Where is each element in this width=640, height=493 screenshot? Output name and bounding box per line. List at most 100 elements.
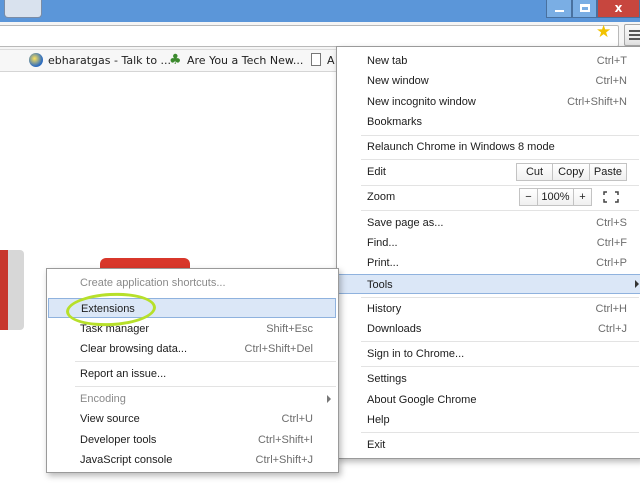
menu-separator xyxy=(361,135,639,136)
menu-item-shortcut: Ctrl+Shift+Del xyxy=(244,343,313,355)
zoom-in-button[interactable]: + xyxy=(573,188,592,206)
chrome-menu-button[interactable] xyxy=(624,24,640,46)
menu-separator xyxy=(361,159,639,160)
menu-item-label: About Google Chrome xyxy=(367,394,477,406)
browser-tab[interactable] xyxy=(4,0,42,18)
menu-item-new-window[interactable]: New window Ctrl+N xyxy=(338,71,640,91)
close-window-button[interactable]: x xyxy=(597,0,640,18)
menu-item-save-page[interactable]: Save page as... Ctrl+S xyxy=(338,213,640,233)
menu-item-new-tab[interactable]: New tab Ctrl+T xyxy=(338,51,640,71)
menu-item-history[interactable]: History Ctrl+H xyxy=(338,299,640,319)
menu-item-label: Create application shortcuts... xyxy=(80,277,226,289)
menu-item-label: Developer tools xyxy=(80,434,157,446)
minimize-button[interactable] xyxy=(546,0,572,18)
fullscreen-icon[interactable] xyxy=(603,191,619,203)
bookmark-third[interactable]: A xyxy=(327,52,335,70)
menu-item-sign-in[interactable]: Sign in to Chrome... xyxy=(338,344,640,364)
menu-item-settings[interactable]: Settings xyxy=(338,369,640,389)
menu-separator xyxy=(361,185,639,186)
gmail-app-tile[interactable] xyxy=(0,250,24,330)
menu-item-label: New tab xyxy=(367,55,408,67)
menu-item-shortcut: Ctrl+U xyxy=(281,413,313,425)
window-title-bar: x xyxy=(0,0,640,22)
menu-item-label: Zoom xyxy=(367,191,396,203)
menu-item-label: New incognito window xyxy=(367,96,476,108)
menu-item-label: New window xyxy=(367,75,429,87)
chrome-main-menu: New tab Ctrl+T New window Ctrl+N New inc… xyxy=(336,46,640,459)
menu-item-label: Find... xyxy=(367,237,398,249)
menu-separator xyxy=(361,432,639,433)
menu-item-label: Clear browsing data... xyxy=(80,343,187,355)
menu-item-shortcut: Ctrl+T xyxy=(596,55,627,67)
menu-item-label: View source xyxy=(80,413,140,425)
menu-separator xyxy=(361,210,639,211)
copy-button[interactable]: Copy xyxy=(552,163,590,181)
menu-item-shortcut: Ctrl+Shift+J xyxy=(255,454,313,466)
menu-item-downloads[interactable]: Downloads Ctrl+J xyxy=(338,319,640,339)
submenu-arrow-icon xyxy=(635,280,639,288)
maximize-button[interactable] xyxy=(572,0,597,18)
menu-item-label: Edit xyxy=(367,166,386,178)
zoom-out-button[interactable]: − xyxy=(519,188,538,206)
menu-item-new-incognito[interactable]: New incognito window Ctrl+Shift+N xyxy=(338,92,640,112)
menu-item-zoom: Zoom xyxy=(338,187,640,207)
page-icon xyxy=(311,53,321,66)
menu-item-label: Sign in to Chrome... xyxy=(367,348,465,360)
menu-item-label: Encoding xyxy=(80,393,126,405)
menu-item-label: JavaScript console xyxy=(80,454,173,466)
menu-item-help[interactable]: Help xyxy=(338,410,640,430)
paste-button[interactable]: Paste xyxy=(589,163,627,181)
menu-item-report-issue[interactable]: Report an issue... xyxy=(48,364,337,384)
menu-separator xyxy=(361,341,639,342)
menu-item-shortcut: Ctrl+P xyxy=(596,257,627,269)
submenu-arrow-icon xyxy=(327,395,331,403)
hamburger-icon-bar xyxy=(629,34,640,36)
menu-separator xyxy=(361,366,639,367)
globe-icon xyxy=(29,53,43,67)
menu-item-label: Bookmarks xyxy=(367,116,423,128)
maximize-icon xyxy=(580,4,590,12)
menu-item-clear-browsing-data[interactable]: Clear browsing data... Ctrl+Shift+Del xyxy=(48,339,337,359)
bookmark-ebharatgas[interactable]: ebharatgas - Talk to ... xyxy=(48,52,171,70)
menu-item-shortcut: Ctrl+Shift+I xyxy=(257,434,313,446)
hamburger-icon-bar xyxy=(629,38,640,40)
menu-item-view-source[interactable]: View source Ctrl+U xyxy=(48,409,337,429)
menu-item-label: Downloads xyxy=(367,323,422,335)
menu-item-about[interactable]: About Google Chrome xyxy=(338,390,640,410)
menu-item-label: Relaunch Chrome in Windows 8 mode xyxy=(367,141,555,153)
menu-separator xyxy=(75,386,336,387)
star-icon[interactable]: ★ xyxy=(596,23,611,42)
address-bar[interactable] xyxy=(0,25,619,47)
menu-item-shortcut: Ctrl+Shift+N xyxy=(567,96,627,108)
fullscreen-icon-graphic xyxy=(603,191,619,203)
menu-item-label: Tools xyxy=(367,279,393,291)
menu-item-label: Exit xyxy=(367,439,386,451)
bookmark-tech-newbie[interactable]: Are You a Tech New... xyxy=(187,52,303,70)
menu-item-shortcut: Ctrl+H xyxy=(595,303,627,315)
menu-item-relaunch-win8[interactable]: Relaunch Chrome in Windows 8 mode xyxy=(338,137,640,157)
menu-item-label: Help xyxy=(367,414,390,426)
menu-item-find[interactable]: Find... Ctrl+F xyxy=(338,233,640,253)
menu-item-label: Print... xyxy=(367,257,399,269)
menu-item-shortcut: Ctrl+F xyxy=(596,237,627,249)
zoom-level: 100% xyxy=(537,188,574,206)
menu-item-encoding[interactable]: Encoding xyxy=(48,389,337,409)
menu-item-label: Save page as... xyxy=(367,217,444,229)
menu-item-label: Settings xyxy=(367,373,407,385)
menu-item-bookmarks[interactable]: Bookmarks xyxy=(338,112,640,132)
menu-item-developer-tools[interactable]: Developer tools Ctrl+Shift+I xyxy=(48,430,337,450)
close-icon: x xyxy=(614,1,623,15)
menu-item-print[interactable]: Print... Ctrl+P xyxy=(338,253,640,273)
menu-item-tools[interactable]: Tools xyxy=(337,274,640,294)
menu-item-label: Report an issue... xyxy=(80,368,167,380)
menu-item-create-shortcuts[interactable]: Create application shortcuts... xyxy=(48,273,337,293)
menu-item-shortcut: Ctrl+N xyxy=(595,75,627,87)
cut-button[interactable]: Cut xyxy=(516,163,553,181)
menu-item-exit[interactable]: Exit xyxy=(338,435,640,455)
menu-separator xyxy=(75,361,336,362)
minimize-icon xyxy=(555,10,564,12)
leaf-icon: ♣ xyxy=(169,52,182,68)
menu-item-shortcut: Shift+Esc xyxy=(266,323,313,335)
menu-item-javascript-console[interactable]: JavaScript console Ctrl+Shift+J xyxy=(48,450,337,470)
menu-item-label: History xyxy=(367,303,402,315)
